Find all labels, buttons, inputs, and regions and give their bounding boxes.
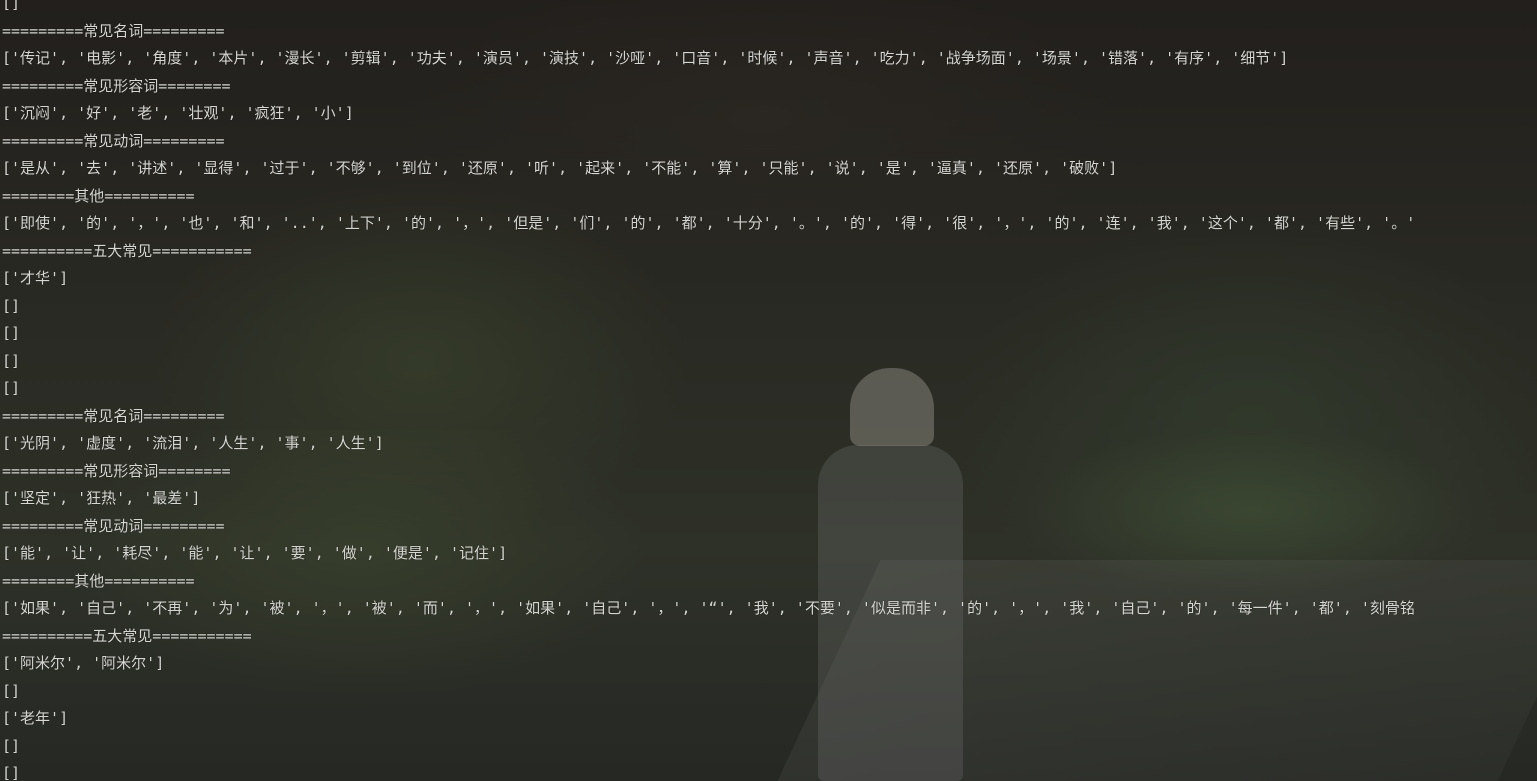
console-line: [] xyxy=(2,324,21,342)
console-line: [] xyxy=(2,351,21,370)
console-line: =========常见动词========= xyxy=(2,131,225,150)
console-line: ['即使', '的', '，', '也', '和', '..', '上下', '… xyxy=(2,214,1416,232)
console-line: ['坚定', '狂热', '最差'] xyxy=(2,489,201,507)
console-line: ['传记', '电影', '角度', '本片', '漫长', '剪辑', '功夫… xyxy=(2,49,1289,67)
console-line: [] xyxy=(2,0,21,12)
console-line: ['光阴', '虚度', '流泪', '人生', '事', '人生'] xyxy=(2,434,384,452)
console-line: =========常见名词========= xyxy=(2,406,225,425)
console-line: =========常见名词========= xyxy=(2,21,225,40)
console-line: ==========五大常见=========== xyxy=(2,626,252,645)
console-line: ['才华'] xyxy=(2,269,69,287)
console-line: [] xyxy=(2,296,21,315)
console-line: ==========五大常见=========== xyxy=(2,241,252,260)
console-line: ['能', '让', '耗尽', '能', '让', '要', '做', '便是… xyxy=(2,544,508,562)
console-output[interactable]: [] =========常见名词========= ['传记', '电影', '… xyxy=(2,0,1537,781)
console-line: [] xyxy=(2,736,21,755)
console-line: [] xyxy=(2,379,21,397)
console-line: ['老年'] xyxy=(2,709,69,727)
console-line: [] xyxy=(2,681,21,700)
console-line: ['如果', '自己', '不再', '为', '被', '，', '被', '… xyxy=(2,599,1415,617)
console-line: ['阿米尔', '阿米尔'] xyxy=(2,654,165,672)
console-line: ========其他========== xyxy=(2,186,195,205)
console-line: [] xyxy=(2,764,21,781)
console-line: ========其他========== xyxy=(2,571,195,590)
console-line: ['是从', '去', '讲述', '显得', '过于', '不够', '到位'… xyxy=(2,159,1118,177)
console-line: =========常见形容词======== xyxy=(2,76,231,95)
console-line: =========常见动词========= xyxy=(2,516,225,535)
console-line: ['沉闷', '好', '老', '壮观', '疯狂', '小'] xyxy=(2,104,354,122)
console-line: =========常见形容词======== xyxy=(2,461,231,480)
